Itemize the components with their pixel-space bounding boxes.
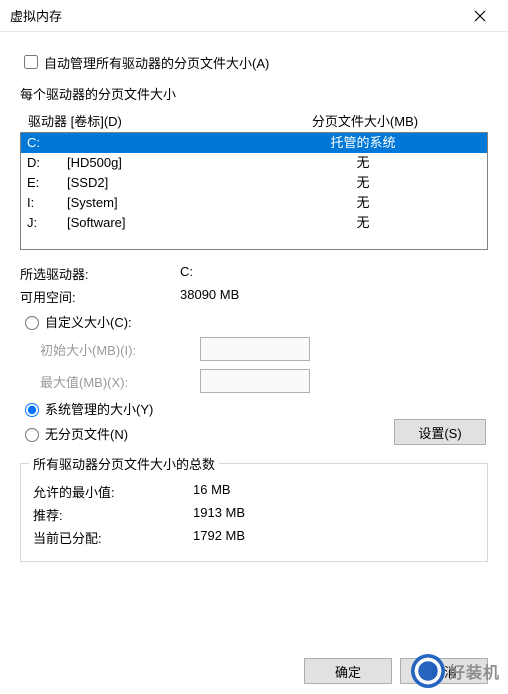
radio-system-input[interactable] [25, 403, 39, 417]
initial-size-label: 初始大小(MB)(I): [40, 340, 200, 359]
drive-row[interactable]: I:[System]无 [21, 193, 487, 213]
radio-custom[interactable]: 自定义大小(C): [20, 312, 488, 331]
selected-drive-value: C: [180, 264, 488, 283]
min-label: 允许的最小值: [33, 482, 193, 501]
cur-row: 当前已分配: 1792 MB [33, 528, 475, 547]
max-size-label: 最大值(MB)(X): [40, 372, 200, 391]
watermark-icon [411, 654, 445, 688]
drive-row[interactable]: D:[HD500g]无 [21, 153, 487, 173]
drive-row[interactable]: E:[SSD2]无 [21, 173, 487, 193]
radio-system-label: 系统管理的大小(Y) [45, 399, 153, 418]
free-space-row: 可用空间: 38090 MB [20, 287, 488, 306]
window-title: 虚拟内存 [10, 6, 460, 25]
drive-letter: D: [27, 154, 67, 172]
drive-pagefile-size: 无 [245, 194, 481, 212]
free-space-label: 可用空间: [20, 287, 180, 306]
drive-letter: E: [27, 174, 67, 192]
drive-pagefile-size: 无 [245, 174, 481, 192]
selected-drive-row: 所选驱动器: C: [20, 264, 488, 283]
header-drive: 驱动器 [卷标](D) [28, 111, 248, 130]
initial-size-input[interactable] [200, 337, 310, 361]
watermark: 好装机 [411, 654, 500, 688]
titlebar: 虚拟内存 [0, 0, 508, 32]
custom-size-grid: 初始大小(MB)(I): 最大值(MB)(X): [40, 337, 488, 393]
drive-list[interactable]: C:托管的系统D:[HD500g]无E:[SSD2]无I:[System]无J:… [20, 132, 488, 250]
drive-volume-label: [Software] [67, 214, 245, 232]
rec-value: 1913 MB [193, 505, 475, 524]
set-button[interactable]: 设置(S) [394, 419, 486, 445]
drive-pagefile-size: 无 [245, 214, 481, 232]
per-drive-label: 每个驱动器的分页文件大小 [20, 84, 488, 103]
drive-volume-label: [SSD2] [67, 174, 245, 192]
close-button[interactable] [460, 1, 500, 31]
header-size: 分页文件大小(MB) [248, 111, 482, 130]
drive-row[interactable]: J:[Software]无 [21, 213, 487, 233]
auto-manage-label: 自动管理所有驱动器的分页文件大小(A) [44, 53, 269, 72]
min-row: 允许的最小值: 16 MB [33, 482, 475, 501]
cur-value: 1792 MB [193, 528, 475, 547]
auto-manage-checkbox[interactable]: 自动管理所有驱动器的分页文件大小(A) [20, 52, 488, 72]
rec-row: 推荐: 1913 MB [33, 505, 475, 524]
cur-label: 当前已分配: [33, 528, 193, 547]
auto-manage-input[interactable] [24, 55, 38, 69]
radio-none-input[interactable] [25, 428, 39, 442]
dialog-content: 自动管理所有驱动器的分页文件大小(A) 每个驱动器的分页文件大小 驱动器 [卷标… [0, 32, 508, 572]
radio-custom-input[interactable] [25, 316, 39, 330]
radio-custom-label: 自定义大小(C): [45, 312, 132, 331]
drive-pagefile-size: 无 [245, 154, 481, 172]
drive-volume-label: [System] [67, 194, 245, 212]
ok-button[interactable]: 确定 [304, 658, 392, 684]
radio-system[interactable]: 系统管理的大小(Y) [20, 399, 488, 418]
drive-letter: I: [27, 194, 67, 212]
drive-list-header: 驱动器 [卷标](D) 分页文件大小(MB) [20, 109, 488, 132]
min-value: 16 MB [193, 482, 475, 501]
watermark-text: 好装机 [449, 659, 500, 683]
drive-volume-label [67, 134, 245, 152]
rec-label: 推荐: [33, 505, 193, 524]
drive-row[interactable]: C: 托管的系统 [21, 133, 487, 153]
max-size-input[interactable] [200, 369, 310, 393]
drive-letter: J: [27, 214, 67, 232]
drive-pagefile-size: 托管的系统 [245, 134, 481, 152]
drive-letter: C: [27, 134, 67, 152]
close-icon [474, 10, 486, 22]
drive-volume-label: [HD500g] [67, 154, 245, 172]
totals-groupbox: 所有驱动器分页文件大小的总数 允许的最小值: 16 MB 推荐: 1913 MB… [20, 463, 488, 562]
selected-drive-label: 所选驱动器: [20, 264, 180, 283]
radio-none-label: 无分页文件(N) [45, 424, 128, 443]
totals-legend: 所有驱动器分页文件大小的总数 [29, 454, 219, 473]
free-space-value: 38090 MB [180, 287, 488, 306]
